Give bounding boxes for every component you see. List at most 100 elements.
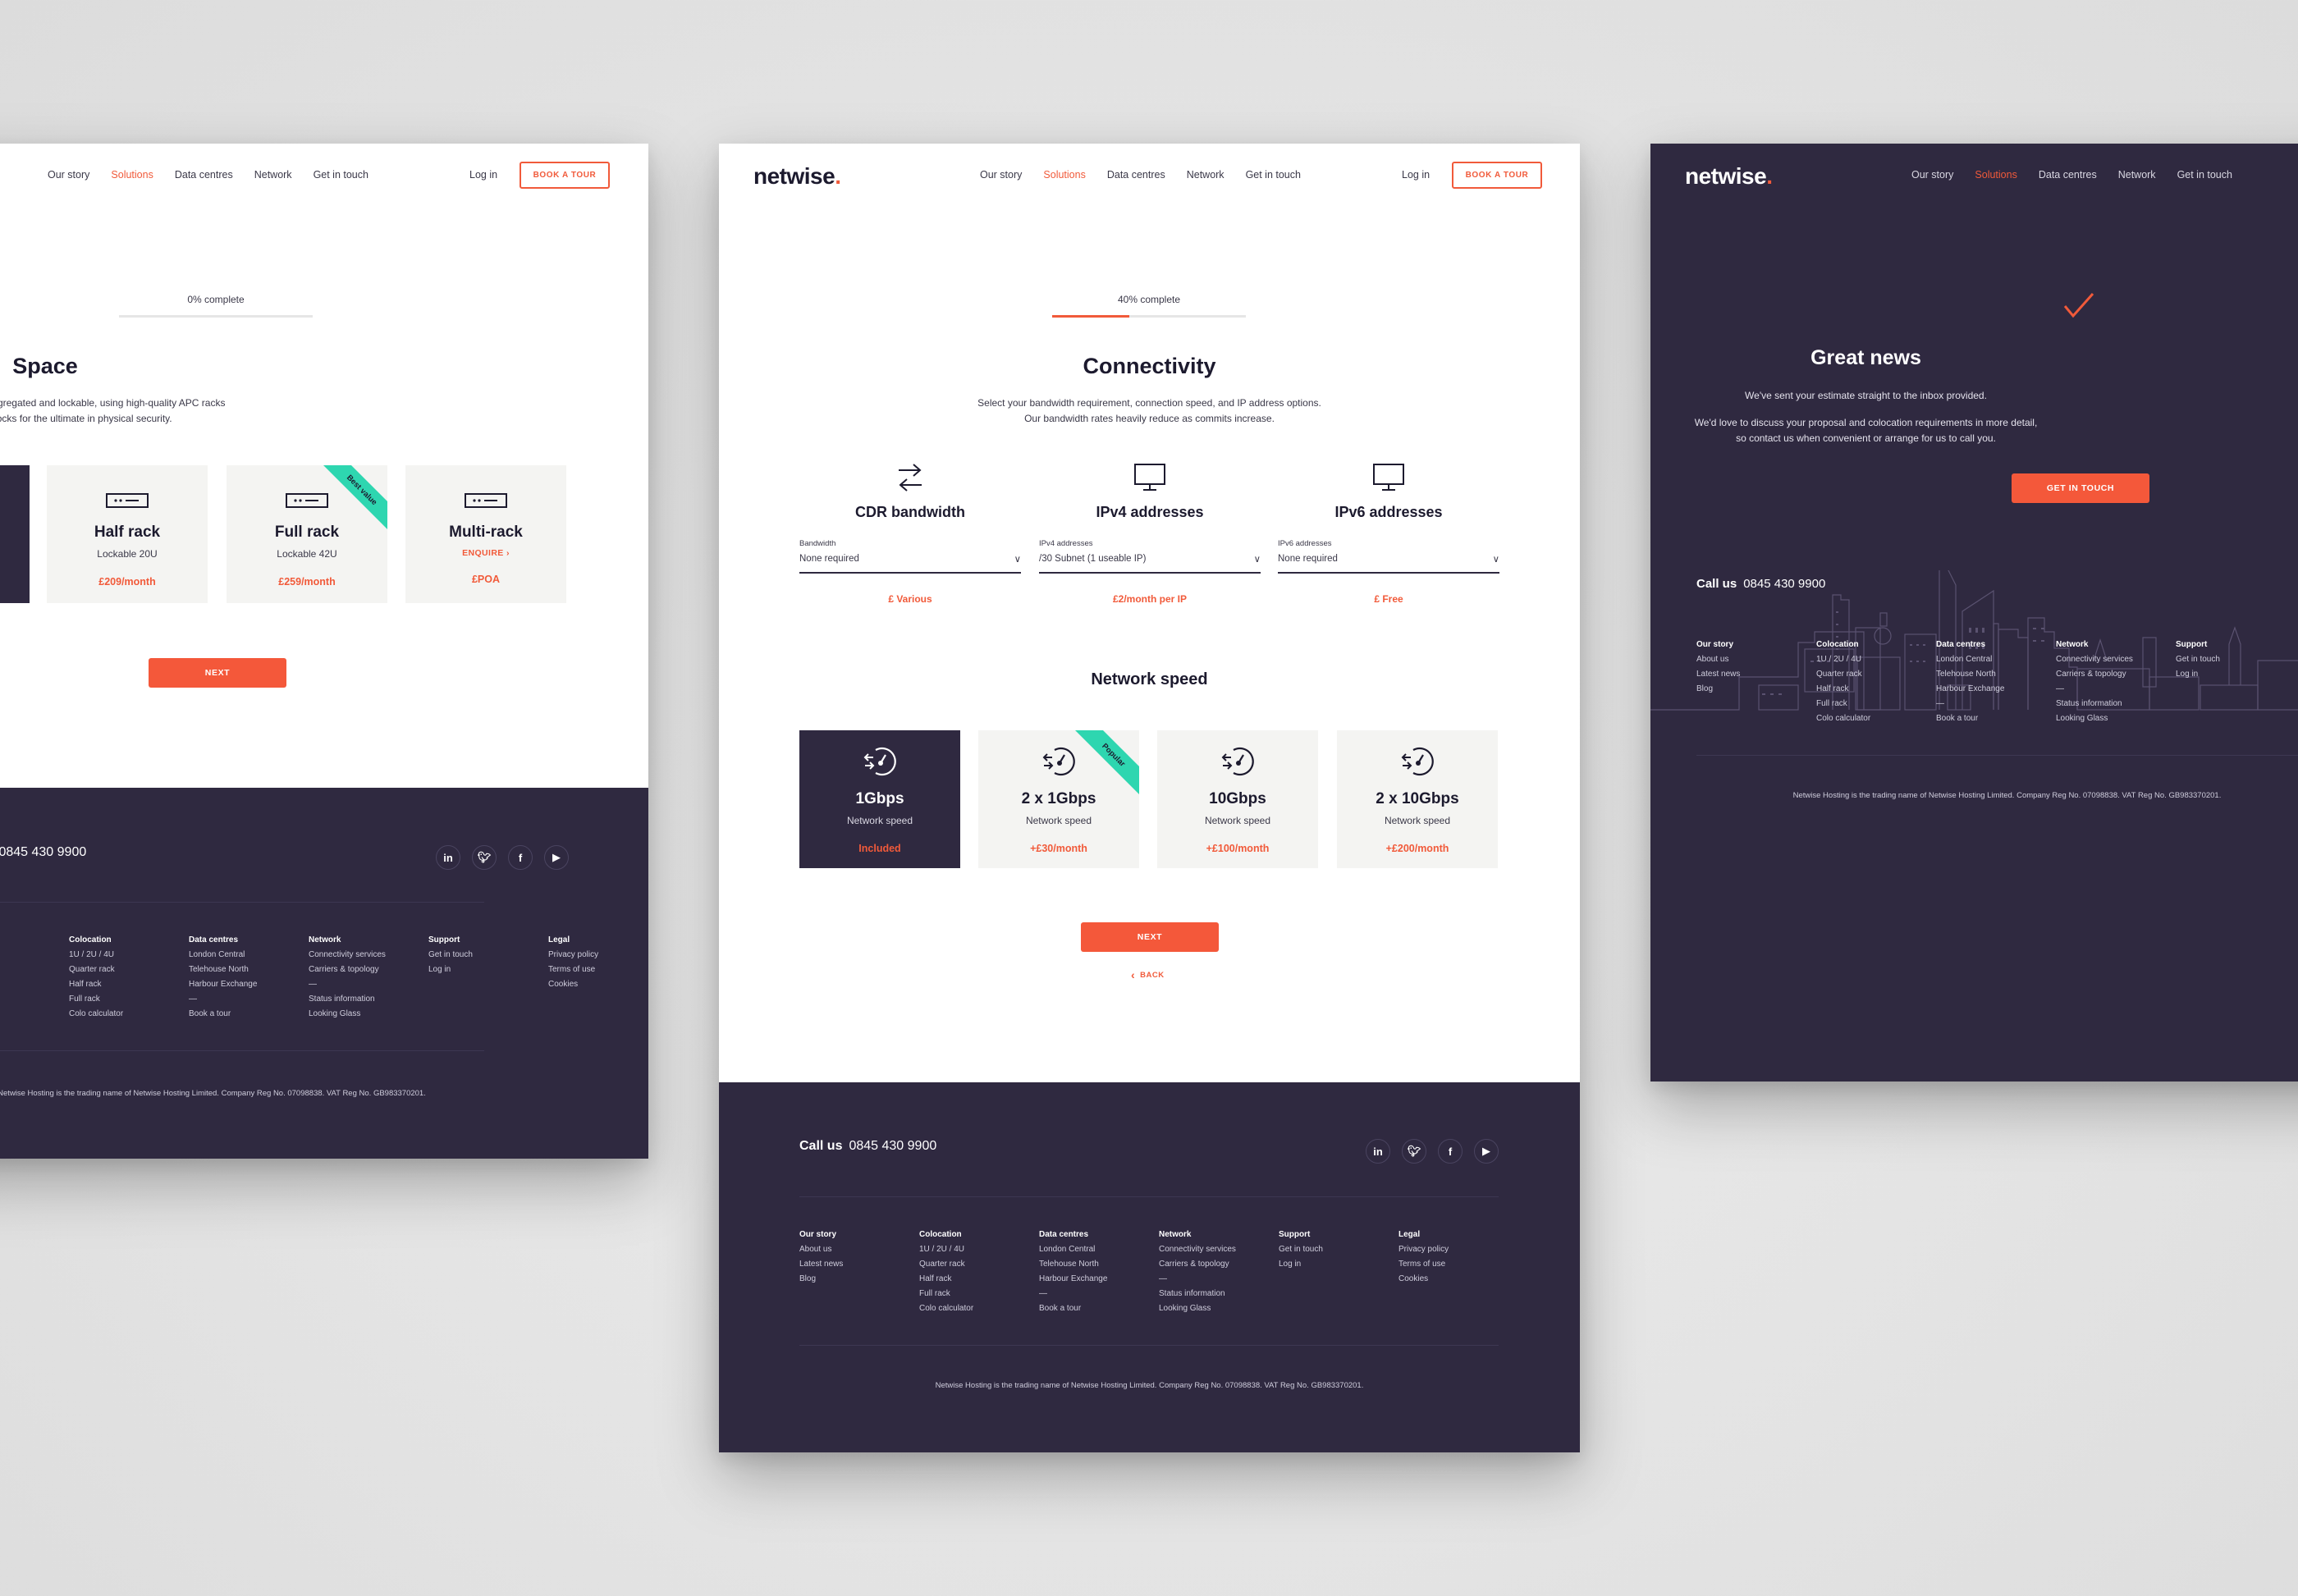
back-link[interactable]: ‹ BACK [1131, 968, 1165, 981]
footer-link[interactable]: Log in [2176, 667, 2296, 682]
ipv4-select[interactable]: /30 Subnet (1 useable IP) ∨ [1039, 548, 1261, 574]
footer-link[interactable]: Book a tour [189, 1007, 309, 1022]
footer-link[interactable]: Carriers & topology [2056, 667, 2176, 682]
linkedin-icon[interactable]: in [436, 845, 460, 870]
footer-link[interactable]: Carriers & topology [309, 963, 428, 977]
twitter-icon[interactable]: 🐦︎ [472, 845, 497, 870]
footer-link[interactable]: About us [0, 948, 69, 963]
footer-link[interactable]: Quarter rack [1816, 667, 1936, 682]
rack-option-full-rack[interactable]: Best value Full rack Lockable 42U £259/m… [227, 465, 387, 603]
footer-link[interactable]: Half rack [919, 1272, 1039, 1287]
bandwidth-select[interactable]: None required ∨ [799, 548, 1021, 574]
netwise-logo[interactable]: netwise. [753, 163, 841, 190]
phone-number[interactable]: 0845 430 9900 [0, 845, 86, 859]
footer-link[interactable]: Log in [1279, 1257, 1398, 1272]
rack-option-card-selected[interactable] [0, 465, 30, 603]
login-link[interactable]: Log in [1402, 169, 1430, 181]
youtube-icon[interactable]: ▶ [1474, 1139, 1499, 1164]
nav-solutions[interactable]: Solutions [111, 169, 153, 181]
footer-link[interactable]: Colo calculator [1816, 711, 1936, 726]
nav-our-story[interactable]: Our story [48, 169, 89, 181]
footer-link[interactable]: Half rack [69, 977, 189, 992]
footer-link[interactable]: Looking Glass [309, 1007, 428, 1022]
nav-network[interactable]: Network [1187, 169, 1225, 181]
footer-link[interactable]: London Central [1039, 1242, 1159, 1257]
footer-link[interactable]: Telehouse North [1936, 667, 2056, 682]
footer-link[interactable]: Get in touch [2176, 652, 2296, 667]
footer-link[interactable]: Privacy policy [548, 948, 648, 963]
footer-link[interactable]: Carriers & topology [1159, 1257, 1279, 1272]
footer-link[interactable]: Half rack [1816, 682, 1936, 697]
footer-link[interactable]: Full rack [69, 992, 189, 1007]
footer-link[interactable]: Looking Glass [1159, 1301, 1279, 1316]
nav-data-centres[interactable]: Data centres [1107, 169, 1165, 181]
netwise-logo[interactable]: netwise. [1685, 163, 1773, 190]
footer-link[interactable]: Blog [1696, 682, 1816, 697]
footer-link[interactable]: Latest news [1696, 667, 1816, 682]
footer-link[interactable]: Quarter rack [919, 1257, 1039, 1272]
footer-link[interactable]: Full rack [919, 1287, 1039, 1301]
footer-link[interactable]: Colo calculator [69, 1007, 189, 1022]
nav-get-in-touch[interactable]: Get in touch [2177, 169, 2232, 181]
footer-link[interactable]: Cookies [548, 977, 648, 992]
footer-link[interactable]: Blog [799, 1272, 919, 1287]
footer-link[interactable]: 1U / 2U / 4U [69, 948, 189, 963]
facebook-icon[interactable]: f [508, 845, 533, 870]
footer-link[interactable]: Connectivity services [2056, 652, 2176, 667]
footer-link[interactable]: Harbour Exchange [1936, 682, 2056, 697]
footer-link[interactable]: Status information [309, 992, 428, 1007]
footer-link[interactable]: Terms of use [548, 963, 648, 977]
nav-data-centres[interactable]: Data centres [175, 169, 233, 181]
footer-link[interactable]: About us [1696, 652, 1816, 667]
nav-solutions[interactable]: Solutions [1043, 169, 1085, 181]
speed-option-1gbps[interactable]: 1Gbps Network speed Included [799, 730, 960, 868]
footer-link[interactable]: Colo calculator [919, 1301, 1039, 1316]
speed-option-2x1gbps[interactable]: Popular 2 x 1Gbps Network speed +£30/mon… [978, 730, 1139, 868]
footer-link[interactable]: 1U / 2U / 4U [919, 1242, 1039, 1257]
next-button[interactable]: NEXT [149, 658, 286, 688]
footer-link[interactable]: Get in touch [1279, 1242, 1398, 1257]
footer-link[interactable]: Latest news [799, 1257, 919, 1272]
phone-number[interactable]: 0845 430 9900 [849, 1139, 936, 1153]
footer-link[interactable]: Blog [0, 977, 69, 992]
book-tour-button[interactable]: BOOK A TOUR [520, 162, 610, 189]
footer-link[interactable]: Log in [428, 963, 548, 977]
footer-link[interactable]: Get in touch [428, 948, 548, 963]
nav-data-centres[interactable]: Data centres [2039, 169, 2097, 181]
get-in-touch-button[interactable]: GET IN TOUCH [2012, 473, 2149, 503]
footer-link[interactable]: London Central [1936, 652, 2056, 667]
footer-link[interactable]: Cookies [1398, 1272, 1518, 1287]
speed-option-2x10gbps[interactable]: 2 x 10Gbps Network speed +£200/month [1337, 730, 1498, 868]
footer-link[interactable]: Telehouse North [189, 963, 309, 977]
footer-link[interactable]: Telehouse North [1039, 1257, 1159, 1272]
enquire-link[interactable]: ENQUIRE › [405, 548, 566, 558]
twitter-icon[interactable]: 🐦︎ [1402, 1139, 1426, 1164]
nav-our-story[interactable]: Our story [980, 169, 1022, 181]
rack-option-half-rack[interactable]: Half rack Lockable 20U £209/month [47, 465, 208, 603]
footer-link[interactable]: Latest news [0, 963, 69, 977]
book-tour-button[interactable]: BOOK A TOUR [1452, 162, 1542, 189]
speed-option-10gbps[interactable]: 10Gbps Network speed +£100/month [1157, 730, 1318, 868]
rack-option-multi-rack[interactable]: Multi-rack ENQUIRE › £POA [405, 465, 566, 603]
footer-link[interactable]: Terms of use [1398, 1257, 1518, 1272]
nav-solutions[interactable]: Solutions [1975, 169, 2016, 181]
footer-link[interactable]: Harbour Exchange [1039, 1272, 1159, 1287]
next-button[interactable]: NEXT [1081, 922, 1219, 952]
nav-our-story[interactable]: Our story [1911, 169, 1953, 181]
nav-network[interactable]: Network [254, 169, 292, 181]
footer-link[interactable]: Book a tour [1039, 1301, 1159, 1316]
footer-link[interactable]: 1U / 2U / 4U [1816, 652, 1936, 667]
footer-link[interactable]: Status information [2056, 697, 2176, 711]
login-link[interactable]: Log in [469, 169, 497, 181]
nav-get-in-touch[interactable]: Get in touch [1246, 169, 1301, 181]
ipv6-select[interactable]: None required ∨ [1278, 548, 1499, 574]
footer-link[interactable]: Connectivity services [309, 948, 428, 963]
footer-link[interactable]: Quarter rack [69, 963, 189, 977]
footer-link[interactable]: Privacy policy [1398, 1242, 1518, 1257]
nav-get-in-touch[interactable]: Get in touch [314, 169, 369, 181]
footer-link[interactable]: Looking Glass [2056, 711, 2176, 726]
footer-link[interactable]: About us [799, 1242, 919, 1257]
footer-link[interactable]: London Central [189, 948, 309, 963]
youtube-icon[interactable]: ▶ [544, 845, 569, 870]
facebook-icon[interactable]: f [1438, 1139, 1463, 1164]
